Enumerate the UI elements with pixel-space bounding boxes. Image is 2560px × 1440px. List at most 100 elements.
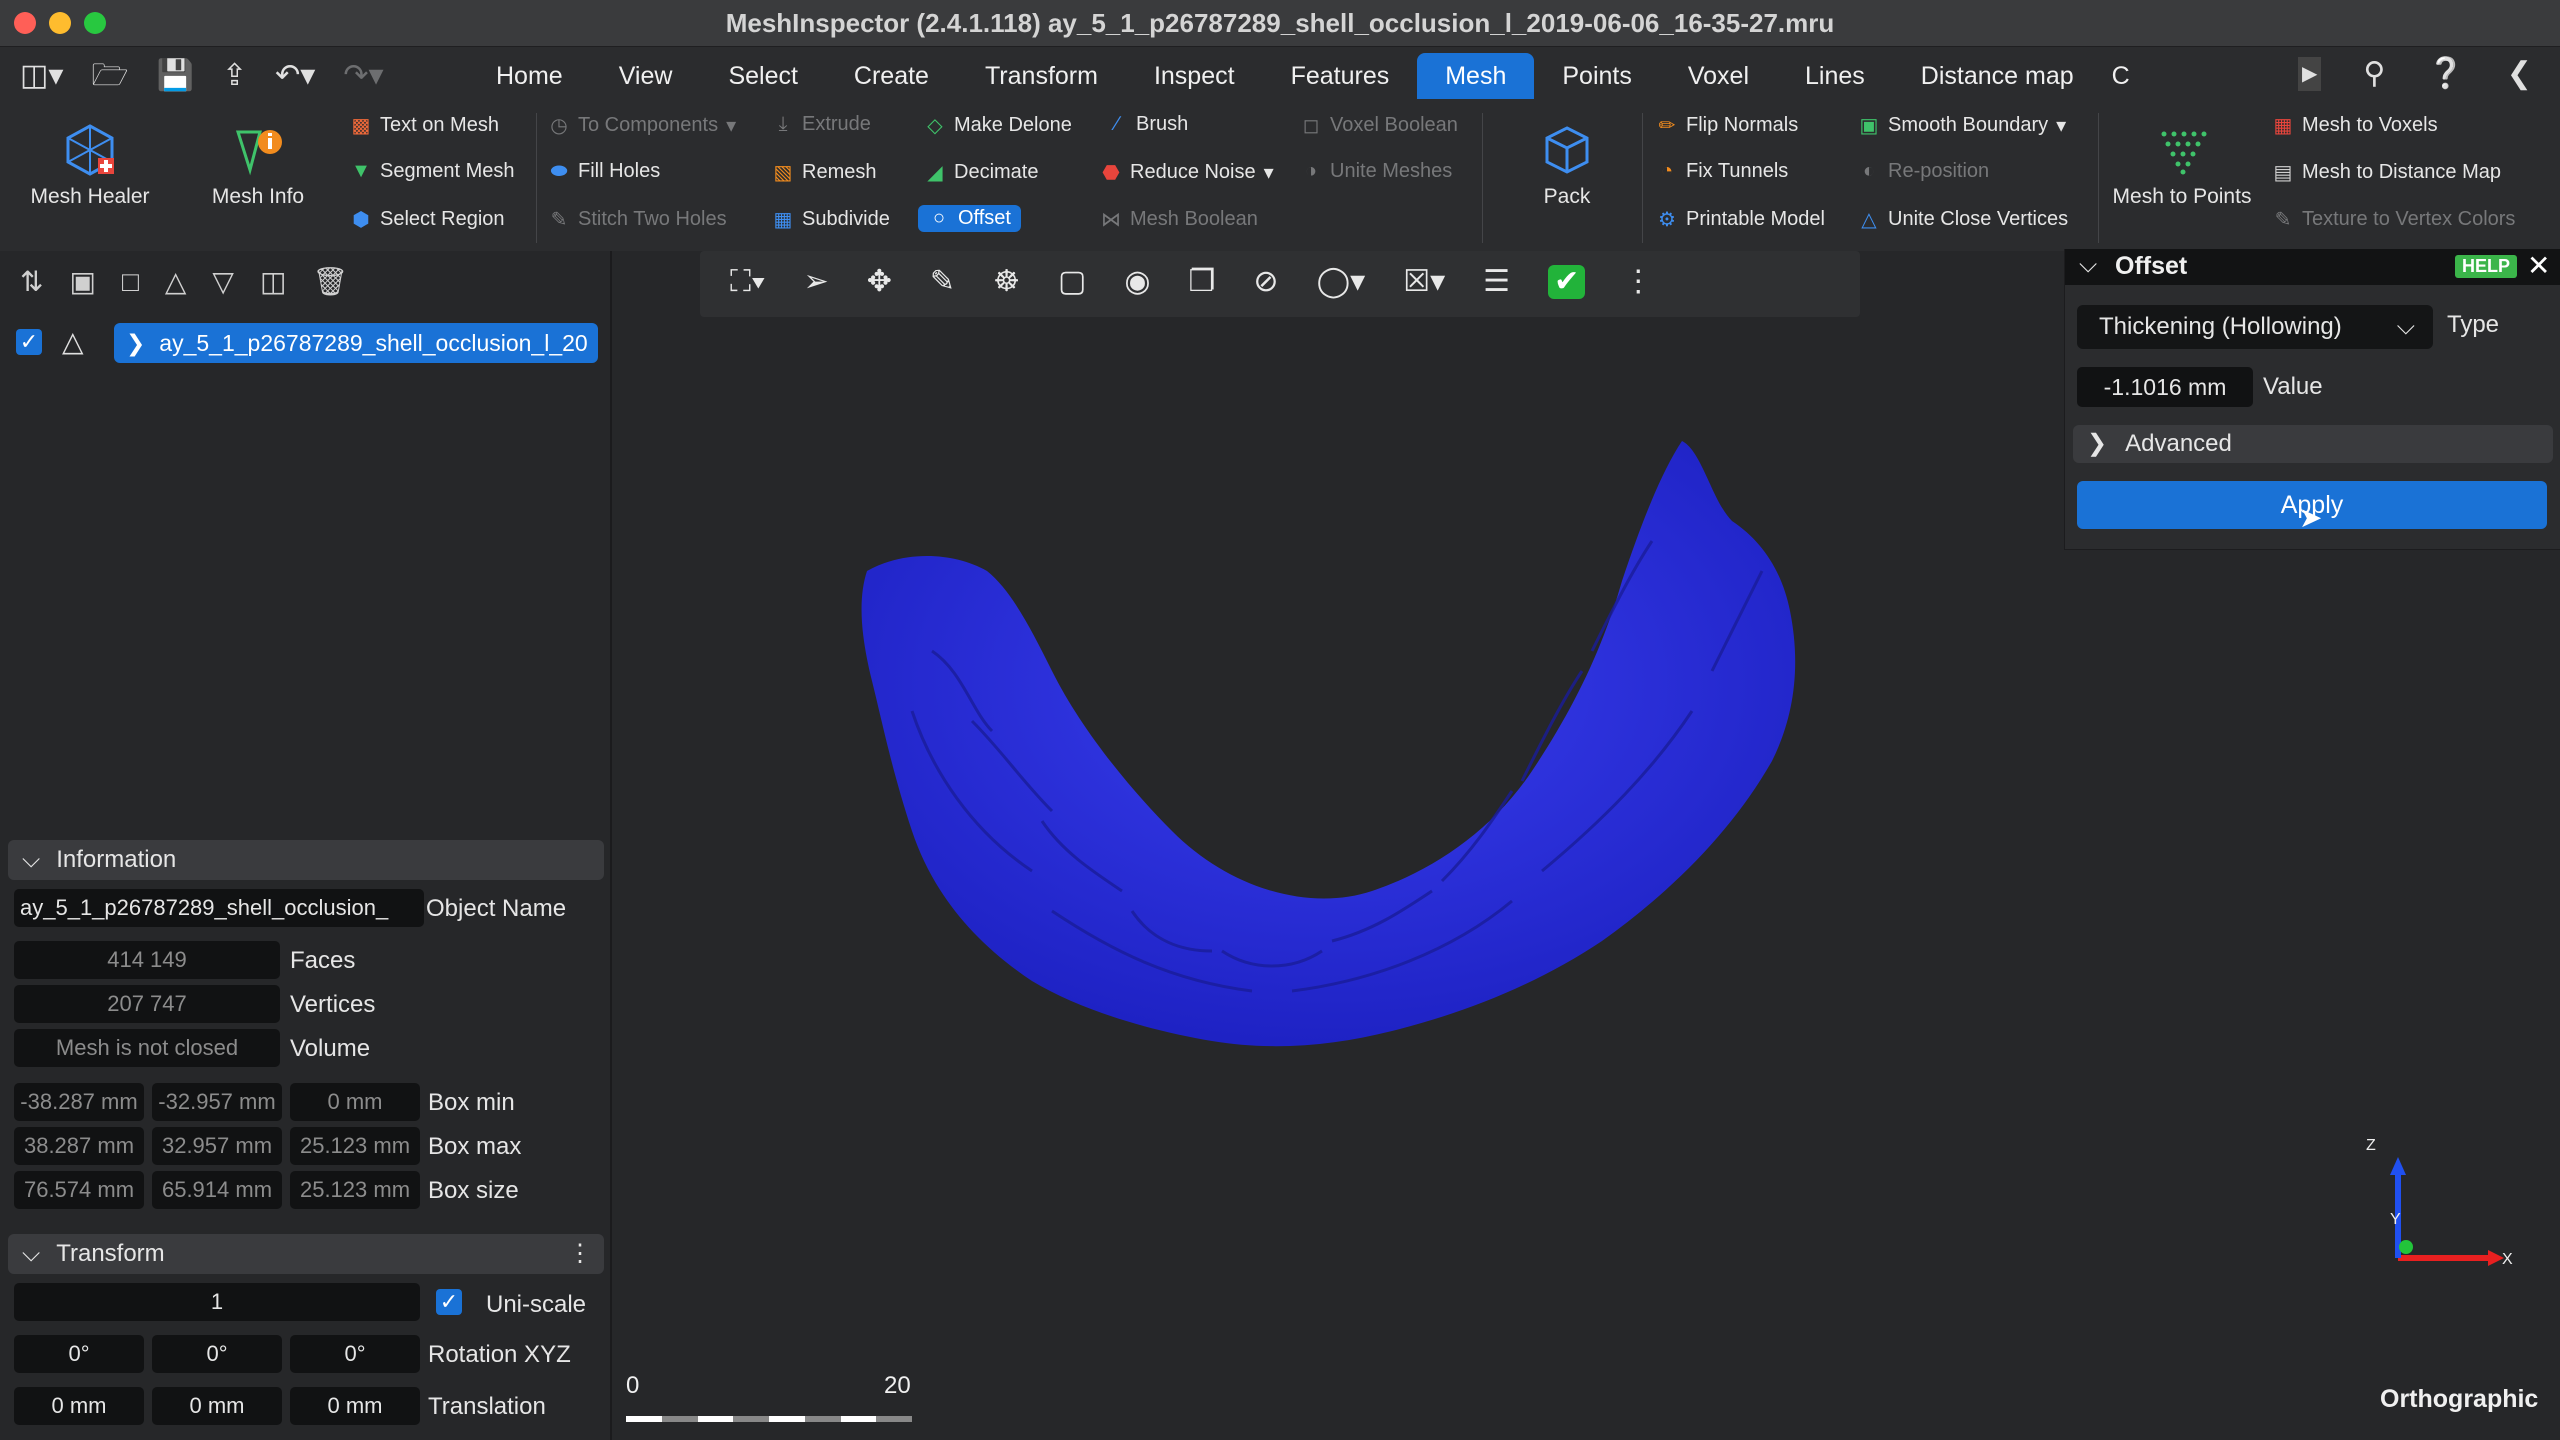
move-icon[interactable]: ✥ — [867, 265, 892, 299]
to-components-button[interactable]: ◷ To Components ▾ — [548, 113, 736, 138]
tabs-scroll-right-icon[interactable]: ▶ — [2298, 57, 2322, 91]
rotation-x-field[interactable]: 0° — [14, 1335, 144, 1373]
rotation-label: Rotation XYZ — [428, 1341, 571, 1368]
tab-transform[interactable]: Transform — [957, 53, 1126, 99]
save-icon[interactable]: 💾 — [157, 59, 194, 93]
make-delone-button[interactable]: ◇ Make Delone — [924, 113, 1072, 138]
edges-icon[interactable]: ☰ — [1483, 265, 1510, 299]
tab-voxel[interactable]: Voxel — [1660, 53, 1777, 99]
brush-label: Brush — [1136, 113, 1189, 135]
search-icon[interactable]: ⚲ — [2363, 57, 2385, 91]
advanced-section-header[interactable]: ❯ Advanced — [2073, 425, 2553, 463]
select-all-icon[interactable]: ▣ — [69, 265, 95, 299]
reduce-noise-button[interactable]: ⬣ Reduce Noise ▾ — [1100, 160, 1273, 185]
export-icon[interactable]: ⇪ — [222, 59, 247, 93]
smooth-boundary-button[interactable]: ▣ Smooth Boundary ▾ — [1858, 113, 2067, 138]
tab-features[interactable]: Features — [1263, 53, 1418, 99]
flip-normals-button[interactable]: ✏ Flip Normals — [1656, 113, 1799, 138]
remesh-button[interactable]: ▧ Remesh — [772, 160, 877, 185]
translation-x-field[interactable]: 0 mm — [14, 1387, 144, 1425]
more-vertical-icon[interactable]: ⋮ — [1623, 265, 1653, 299]
translation-y-field[interactable]: 0 mm — [152, 1387, 282, 1425]
offset-value-field[interactable]: -1.1016 mm — [2077, 367, 2253, 407]
tab-home[interactable]: Home — [468, 53, 591, 99]
duplicate-icon[interactable]: ◫ — [260, 265, 286, 299]
translation-z-field[interactable]: 0 mm — [290, 1387, 420, 1425]
rotation-z-field[interactable]: 0° — [290, 1335, 420, 1373]
move-down-icon[interactable]: ▽ — [212, 265, 234, 299]
scene-object-item[interactable]: ❯ ay_5_1_p26787289_shell_occlusion_l_20 — [114, 323, 598, 363]
tab-overflow[interactable]: C — [2102, 53, 2140, 99]
printable-model-button[interactable]: ⚙ Printable Model — [1656, 207, 1825, 232]
transform-box-icon[interactable]: ▢ — [1058, 265, 1086, 299]
move-up-icon[interactable]: △ — [165, 265, 187, 299]
camera-icon[interactable]: ◉ — [1124, 265, 1150, 299]
close-icon[interactable]: ✕ — [2527, 249, 2550, 282]
hide-icon[interactable]: ⊘ — [1253, 265, 1278, 299]
tab-lines[interactable]: Lines — [1777, 53, 1893, 99]
components-icon: ◷ — [550, 115, 568, 137]
mesh-to-points-button[interactable]: Mesh to Points — [2112, 115, 2252, 209]
mesh-to-voxels-button[interactable]: ▦ Mesh to Voxels — [2272, 113, 2438, 138]
brush-button[interactable]: ∕ Brush — [1106, 113, 1188, 136]
lasso-icon[interactable]: ◯▾ — [1317, 265, 1366, 299]
tab-inspect[interactable]: Inspect — [1126, 53, 1263, 99]
fill-holes-button[interactable]: ⬬ Fill Holes — [548, 160, 660, 183]
re-position-button[interactable]: ◐ Re-position — [1858, 160, 1989, 183]
object-name-field[interactable]: ay_5_1_p26787289_shell_occlusion_ — [14, 889, 424, 927]
projection-label[interactable]: Orthographic — [2380, 1385, 2538, 1414]
unite-close-vertices-button[interactable]: △ Unite Close Vertices — [1858, 207, 2068, 232]
help-icon[interactable]: ❔ — [2427, 57, 2464, 91]
object-visibility-checkbox[interactable]: ✓ — [16, 329, 42, 355]
chevron-down-icon[interactable]: ⌵ — [2079, 251, 2097, 279]
segment-mesh-button[interactable]: ▼ Segment Mesh — [350, 160, 514, 183]
offset-button[interactable]: ○ Offset — [918, 205, 1021, 232]
select-arrow-icon[interactable]: ➢ — [804, 265, 829, 299]
redo-icon[interactable]: ↷▾ — [343, 59, 383, 93]
pack-button[interactable]: Pack — [1506, 115, 1628, 209]
open-folder-icon[interactable]: 🗁 — [91, 59, 128, 93]
undo-icon[interactable]: ↶▾ — [275, 59, 315, 93]
select-region-button[interactable]: ⬢ Select Region — [350, 207, 504, 232]
rotate-icon[interactable]: ☸ — [993, 265, 1020, 299]
checkmark-icon[interactable]: ✔ — [1548, 265, 1586, 299]
deselect-icon[interactable]: □ — [122, 265, 139, 299]
unite-meshes-button[interactable]: ◑ Unite Meshes — [1300, 160, 1452, 183]
tab-select[interactable]: Select — [700, 53, 825, 99]
information-section-header[interactable]: ⌵ Information — [8, 840, 604, 880]
clone-icon[interactable]: ❐ — [1189, 265, 1216, 299]
decimate-button[interactable]: ◢ Decimate — [924, 160, 1038, 185]
tab-create[interactable]: Create — [826, 53, 957, 99]
tab-mesh[interactable]: Mesh — [1417, 53, 1535, 99]
help-badge[interactable]: HELP — [2455, 255, 2518, 278]
sort-icon[interactable]: ⇅ — [20, 265, 43, 299]
voxel-boolean-button[interactable]: ◻ Voxel Boolean — [1300, 113, 1458, 138]
texture-to-vertex-colors-button[interactable]: ✎ Texture to Vertex Colors — [2272, 207, 2516, 232]
collapse-icon[interactable]: ❮ — [2507, 57, 2532, 91]
tab-distance-map[interactable]: Distance map — [1893, 53, 2102, 99]
paint-icon[interactable]: ✎ — [930, 265, 955, 299]
offset-type-dropdown[interactable]: Thickening (Hollowing) ⌵ — [2077, 305, 2433, 349]
dental-arch-mesh[interactable] — [861, 441, 1796, 1047]
mesh-healer-button[interactable]: Mesh Healer — [20, 115, 160, 209]
mesh-info-button[interactable]: Mesh Info — [188, 115, 328, 209]
document-menu-icon[interactable]: ◫▾ — [20, 59, 63, 93]
more-options-icon[interactable]: ⋮ — [568, 1234, 592, 1274]
uniscale-checkbox[interactable]: ✓ — [436, 1289, 462, 1315]
tab-view[interactable]: View — [591, 53, 701, 99]
trash-icon[interactable]: 🗑 — [312, 265, 348, 299]
mesh-to-distance-map-button[interactable]: ▤ Mesh to Distance Map — [2272, 160, 2501, 185]
rotation-y-field[interactable]: 0° — [152, 1335, 282, 1373]
stitch-two-holes-button[interactable]: ✎ Stitch Two Holes — [548, 207, 727, 232]
mesh-boolean-button[interactable]: ⋈ Mesh Boolean — [1100, 207, 1258, 232]
transform-section-header[interactable]: ⌵ Transform ⋮ — [8, 1234, 604, 1274]
text-on-mesh-button[interactable]: ▩ Text on Mesh — [350, 113, 499, 138]
subdivide-button[interactable]: ▦ Subdivide — [772, 207, 890, 232]
fit-view-icon[interactable]: ⛶▾ — [730, 265, 766, 299]
fix-tunnels-button[interactable]: ◔ Fix Tunnels — [1656, 160, 1788, 183]
tab-points[interactable]: Points — [1534, 53, 1659, 99]
decimate-label: Decimate — [954, 161, 1039, 183]
box-select-icon[interactable]: ☒▾ — [1403, 265, 1445, 299]
scale-field[interactable]: 1 — [14, 1283, 420, 1321]
extrude-button[interactable]: ⤓ Extrude — [772, 113, 871, 136]
